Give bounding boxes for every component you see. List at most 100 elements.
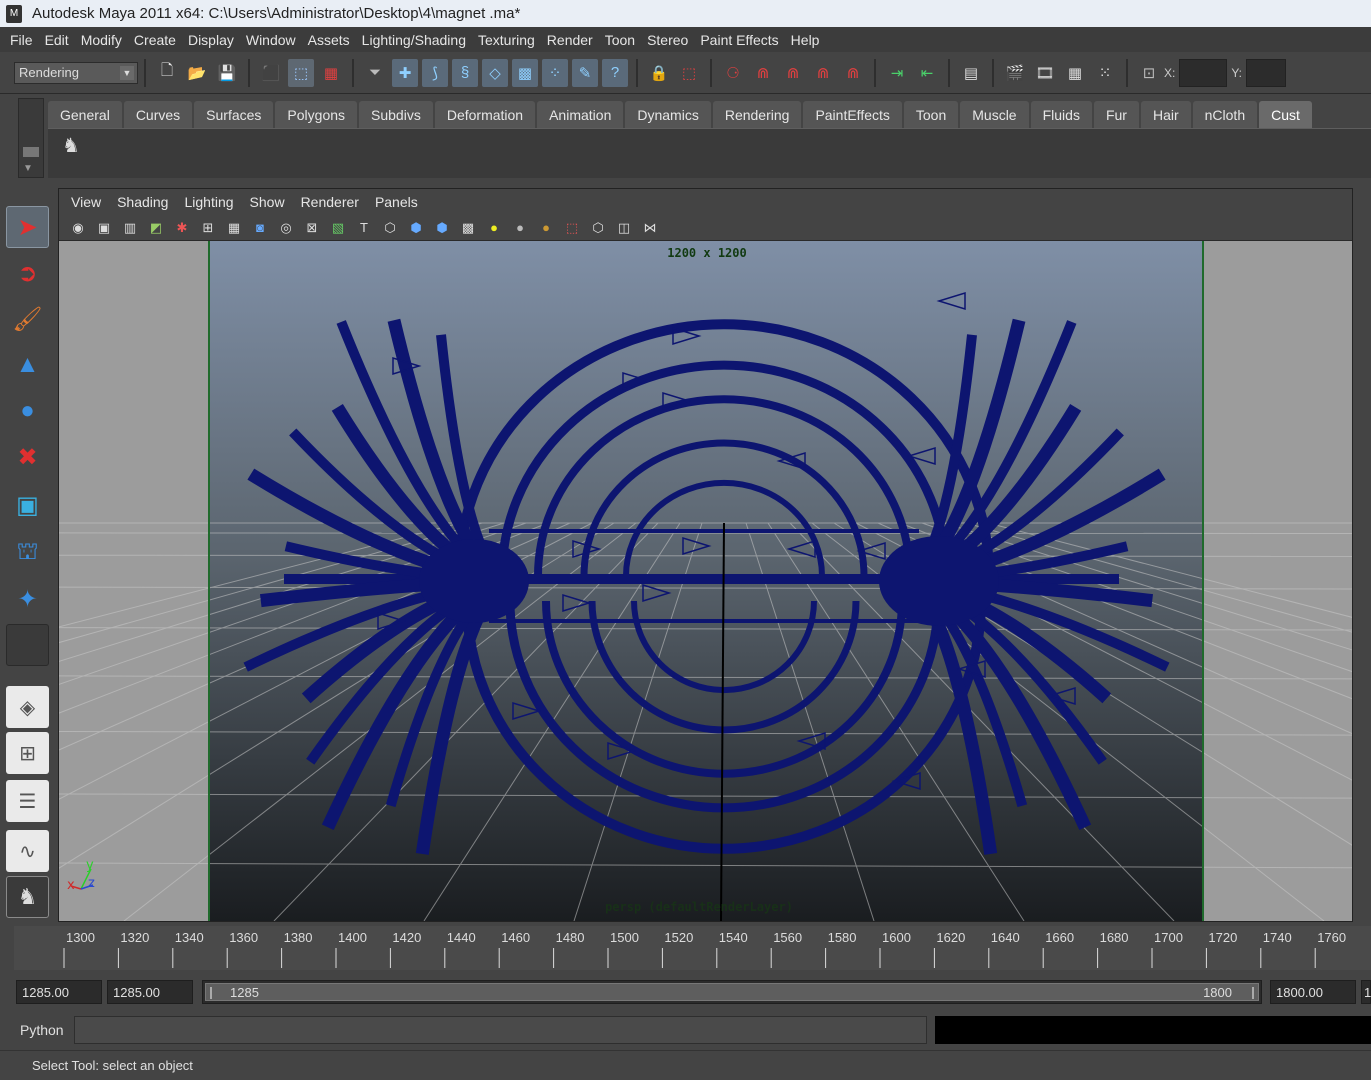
menu-set-selector[interactable]: Rendering ▼: [14, 61, 138, 84]
tab-rendering[interactable]: Rendering: [712, 101, 802, 128]
lasso-tool-icon[interactable]: ➲: [6, 252, 49, 294]
film-gate-icon[interactable]: ▦: [223, 217, 245, 239]
magnet-icon[interactable]: ⋒: [780, 59, 806, 87]
menu-stereo[interactable]: Stereo: [641, 32, 694, 48]
tab-dynamics[interactable]: Dynamics: [625, 101, 711, 128]
lock-icon[interactable]: 🔒: [646, 59, 672, 87]
render-view-icon[interactable]: ▤: [958, 59, 984, 87]
safe-title-icon[interactable]: T: [353, 217, 375, 239]
tab-hair[interactable]: Hair: [1140, 101, 1191, 128]
tab-curves[interactable]: Curves: [123, 101, 193, 128]
snap-plane-icon[interactable]: ◇: [482, 58, 508, 87]
transform-field-toggle-icon[interactable]: ⊡: [1136, 59, 1162, 87]
rotate-tool-icon[interactable]: ●: [6, 390, 49, 432]
panel-menu-view[interactable]: View: [63, 194, 109, 210]
panel-menu-panels[interactable]: Panels: [367, 194, 426, 210]
menu-display[interactable]: Display: [182, 32, 240, 48]
menu-help[interactable]: Help: [785, 32, 826, 48]
tab-painteffects[interactable]: PaintEffects: [803, 101, 902, 128]
input-ops-icon[interactable]: ⇥: [884, 59, 910, 87]
tab-general[interactable]: General: [48, 101, 122, 128]
snap-surface-icon[interactable]: ▩: [512, 58, 538, 87]
scale-tool-icon[interactable]: ✖: [6, 436, 49, 478]
command-input[interactable]: [74, 1016, 927, 1044]
grid-toggle-icon[interactable]: ⊞: [197, 217, 219, 239]
magnet-icon[interactable]: ⋒: [840, 59, 866, 87]
gate-mask-icon[interactable]: ◎: [275, 217, 297, 239]
show-manipulator-icon[interactable]: ✦: [6, 578, 49, 620]
construction-history-icon[interactable]: ⚆: [720, 59, 746, 87]
move-tool-icon[interactable]: ▲: [6, 344, 49, 386]
outliner-layout-icon[interactable]: ☰: [6, 780, 49, 822]
viewport-canvas[interactable]: 1200 x 1200 persp (defaultRenderLayer) y…: [0, 241, 1371, 922]
panel-menu-lighting[interactable]: Lighting: [176, 194, 241, 210]
isolate-select-icon[interactable]: ⬚: [561, 217, 583, 239]
output-ops-icon[interactable]: ⇤: [914, 59, 940, 87]
save-scene-icon[interactable]: 💾: [214, 59, 240, 87]
menu-render[interactable]: Render: [541, 32, 599, 48]
tab-toon[interactable]: Toon: [903, 101, 959, 128]
python-script-icon[interactable]: ♞: [62, 133, 86, 159]
magnet-icon[interactable]: ⋒: [750, 59, 776, 87]
start-time-field[interactable]: 1285.00: [16, 980, 102, 1004]
timeline-ruler[interactable]: 1300 1320 1340 1360 1380 1400 1420 1440 1460 1480…: [0, 922, 1371, 972]
shelf-collapse-handle[interactable]: ▼: [18, 98, 44, 178]
select-tool-icon[interactable]: ➤: [6, 206, 49, 248]
textured-icon[interactable]: ▩: [457, 217, 479, 239]
menu-window[interactable]: Window: [240, 32, 302, 48]
menu-file[interactable]: File: [4, 32, 39, 48]
panel-menu-renderer[interactable]: Renderer: [293, 194, 367, 210]
menu-assets[interactable]: Assets: [302, 32, 356, 48]
panel-scrollbar[interactable]: [1362, 188, 1371, 922]
wireframe-on-shaded-icon[interactable]: ⬢: [431, 217, 453, 239]
time-slider[interactable]: 1300 1320 1340 1360 1380 1400 1420 1440 1460 1480…: [0, 922, 1371, 972]
wireframe-icon[interactable]: ⬡: [379, 217, 401, 239]
tab-animation[interactable]: Animation: [537, 101, 624, 128]
snap-live-icon[interactable]: ✎: [572, 58, 598, 87]
range-slider-handle[interactable]: 1285 1800: [205, 983, 1259, 1001]
snap-point-icon[interactable]: §: [452, 58, 478, 87]
render-globals-icon[interactable]: ▦: [1062, 59, 1088, 87]
single-perspective-layout-icon[interactable]: ◈: [6, 686, 49, 728]
script-editor-layout-icon[interactable]: ♞: [6, 876, 49, 918]
playback-end-field[interactable]: 1800.00: [1270, 980, 1356, 1004]
field-chart-icon[interactable]: ⊠: [301, 217, 323, 239]
ipr-render-icon[interactable]: 🎞: [1032, 59, 1058, 87]
range-handle-right-grip[interactable]: [1252, 987, 1254, 999]
last-tool-slot[interactable]: [6, 624, 49, 666]
panel-menu-show[interactable]: Show: [242, 194, 293, 210]
tab-fluids[interactable]: Fluids: [1030, 101, 1092, 128]
help-icon[interactable]: ?: [602, 58, 628, 87]
select-hierarchy-icon[interactable]: ⬛: [258, 59, 284, 87]
universal-manipulator-icon[interactable]: ▣: [6, 484, 49, 526]
select-highlight-icon[interactable]: ⬚: [676, 59, 702, 87]
panel-menu-shading[interactable]: Shading: [109, 194, 176, 210]
range-handle-left-grip[interactable]: [210, 987, 212, 999]
tab-muscle[interactable]: Muscle: [960, 101, 1029, 128]
new-scene-icon[interactable]: 🗋: [154, 59, 180, 87]
camera-attributes-icon[interactable]: ▣: [93, 217, 115, 239]
all-lights-icon[interactable]: ●: [509, 217, 531, 239]
share-icon[interactable]: ⋈: [639, 217, 661, 239]
tab-surfaces[interactable]: Surfaces: [194, 101, 274, 128]
magnet-icon[interactable]: ⋒: [810, 59, 836, 87]
tab-ncloth[interactable]: nCloth: [1192, 101, 1258, 128]
x-input[interactable]: [1179, 58, 1228, 87]
select-component-icon[interactable]: ▦: [318, 59, 344, 87]
soft-modification-icon[interactable]: ⛫: [6, 532, 49, 574]
two-d-pan-zoom-icon[interactable]: ✱: [171, 217, 193, 239]
menu-create[interactable]: Create: [128, 32, 182, 48]
menu-texturing[interactable]: Texturing: [472, 32, 541, 48]
bookmark-icon[interactable]: ▥: [119, 217, 141, 239]
playback-start-field[interactable]: 1285.00: [107, 980, 193, 1004]
range-slider[interactable]: 1285 1800: [202, 980, 1262, 1004]
viewport[interactable]: 1200 x 1200 persp (defaultRenderLayer) y…: [0, 241, 1371, 922]
hypershade-icon[interactable]: ⁙: [1092, 59, 1118, 87]
default-lighting-icon[interactable]: ●: [483, 217, 505, 239]
snap-grid-icon[interactable]: ✚: [392, 58, 418, 87]
camera-select-icon[interactable]: ◉: [67, 217, 89, 239]
graph-editor-layout-icon[interactable]: ∿: [6, 830, 49, 872]
menu-lighting-shading[interactable]: Lighting/Shading: [356, 32, 472, 48]
tab-polygons[interactable]: Polygons: [275, 101, 358, 128]
snap-view-icon[interactable]: ⁘: [542, 58, 568, 87]
